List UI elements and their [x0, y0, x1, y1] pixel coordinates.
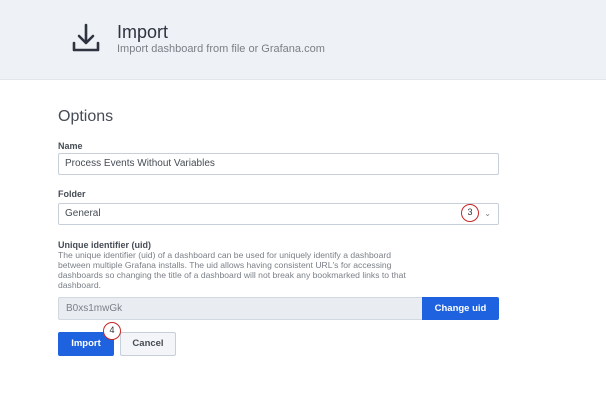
change-uid-button[interactable]: Change uid [422, 297, 499, 320]
name-label: Name [58, 141, 83, 151]
cancel-button[interactable]: Cancel [120, 332, 176, 356]
folder-select[interactable]: General ⌄ [58, 203, 499, 225]
annotation-badge-4: 4 [103, 322, 121, 340]
page-header: Import Import dashboard from file or Gra… [0, 0, 606, 80]
folder-select-value: General [65, 208, 101, 219]
chevron-down-icon: ⌄ [484, 209, 491, 218]
uid-label: Unique identifier (uid) [58, 240, 151, 250]
name-input[interactable]: Process Events Without Variables [58, 153, 499, 175]
page-subtitle: Import dashboard from file or Grafana.co… [117, 43, 325, 55]
annotation-badge-3: 3 [461, 204, 479, 222]
uid-description: The unique identifier (uid) of a dashboa… [58, 250, 406, 290]
download-icon [72, 23, 100, 52]
page-title: Import [117, 22, 169, 42]
options-heading: Options [58, 108, 114, 125]
uid-input: B0xs1mwGk [58, 297, 422, 320]
folder-label: Folder [58, 189, 86, 199]
